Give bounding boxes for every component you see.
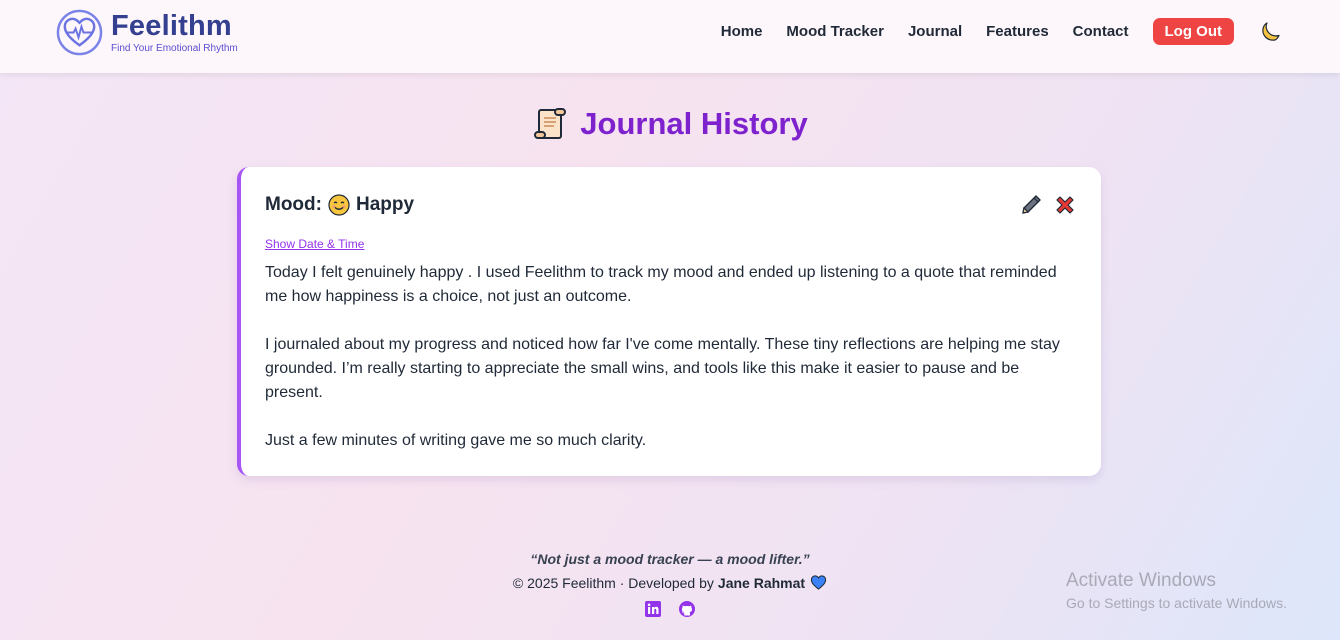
github-icon[interactable] bbox=[678, 600, 696, 618]
heart-pulse-logo-icon bbox=[56, 9, 103, 56]
copyright-text: © 2025 Feelithm · Developed by bbox=[512, 574, 714, 591]
activate-windows-watermark: Activate Windows Go to Settings to activ… bbox=[1066, 570, 1287, 611]
mood-row: Mood: Happy bbox=[265, 194, 414, 216]
mood-value: Happy bbox=[355, 194, 415, 215]
brand-name: Feelithm bbox=[111, 10, 232, 42]
journal-entry-card: Mood: Happy Show Date & Time Today I fel… bbox=[237, 167, 1101, 476]
entry-paragraph: Today I felt genuinely happy . I used Fe… bbox=[265, 264, 1057, 305]
entry-paragraph: Just a few minutes of writing gave me so… bbox=[265, 432, 647, 449]
pencil-icon[interactable] bbox=[1019, 193, 1043, 217]
author-name: Jane Rahmat bbox=[717, 574, 806, 591]
brand-tagline: Find Your Emotional Rhythm bbox=[111, 43, 238, 54]
footer-quote: “Not just a mood tracker — a mood lifter… bbox=[530, 551, 810, 567]
watermark-subtitle: Go to Settings to activate Windows. bbox=[1066, 595, 1287, 611]
nav-journal[interactable]: Journal bbox=[908, 23, 962, 40]
logout-button[interactable]: Log Out bbox=[1152, 18, 1234, 45]
entry-actions bbox=[1019, 193, 1077, 217]
page-title: Journal History bbox=[580, 106, 808, 141]
linkedin-icon[interactable] bbox=[644, 600, 662, 618]
moon-icon[interactable] bbox=[1258, 20, 1282, 44]
show-date-time-link[interactable]: Show Date & Time bbox=[265, 237, 364, 251]
nav-features[interactable]: Features bbox=[986, 23, 1049, 40]
main-nav: Home Mood Tracker Journal Features Conta… bbox=[721, 18, 1282, 45]
smiling-face-icon bbox=[328, 194, 350, 216]
close-icon[interactable] bbox=[1053, 193, 1077, 217]
entry-paragraph: I journaled about my progress and notice… bbox=[265, 336, 1060, 401]
page-title-row: Journal History bbox=[0, 106, 1340, 142]
scroll-icon bbox=[534, 108, 567, 139]
entry-text: Today I felt genuinely happy . I used Fe… bbox=[265, 261, 1075, 453]
top-navbar: Feelithm Find Your Emotional Rhythm Home… bbox=[0, 0, 1340, 73]
nav-mood-tracker[interactable]: Mood Tracker bbox=[786, 23, 884, 40]
nav-contact[interactable]: Contact bbox=[1073, 23, 1129, 40]
nav-home[interactable]: Home bbox=[721, 23, 763, 40]
brand-logo[interactable]: Feelithm Find Your Emotional Rhythm bbox=[56, 9, 238, 56]
blue-heart-icon bbox=[810, 575, 827, 590]
watermark-title: Activate Windows bbox=[1066, 570, 1216, 591]
mood-label: Mood: bbox=[265, 194, 322, 215]
